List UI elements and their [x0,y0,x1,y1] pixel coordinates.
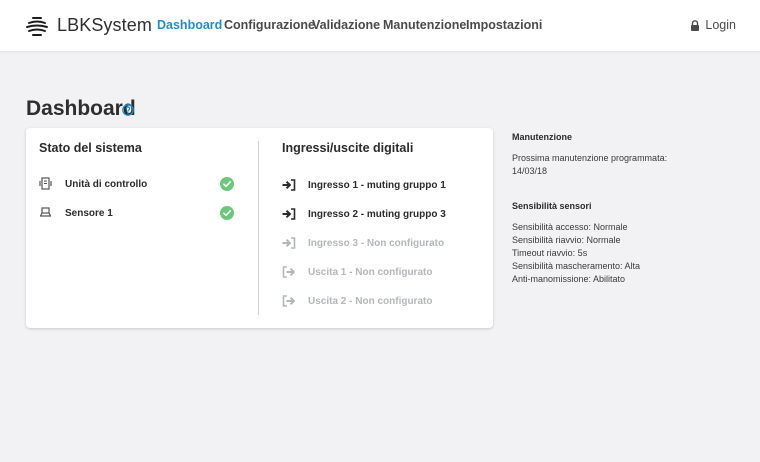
control-unit-icon [39,177,52,190]
nav-dashboard[interactable]: Dashboard [157,18,222,32]
sensor-sensitivity-info: Sensibilità accesso: Normale Sensibilità… [512,221,640,286]
nav-configurazione[interactable]: Configurazione [224,18,315,32]
device-row-control-unit: Unità di controllo [39,177,239,193]
io-label: Ingresso 3 - Non configurato [308,238,445,249]
maintenance-info: Prossima manutenzione programmata: 14/03… [512,152,667,178]
maintenance-line: Prossima manutenzione programmata: [512,153,668,163]
io-label: Ingresso 1 - muting gruppo 1 [308,180,446,191]
dashboard-status-card: Stato del sistema Unità di controllo Sen… [26,128,493,328]
output-arrow-icon [282,295,295,307]
io-row-input-3[interactable]: Ingresso 3 - Non configurato [282,237,482,253]
login-button[interactable]: Login [690,18,736,32]
maintenance-date: 14/03/18 [512,166,548,176]
help-circle-icon[interactable] [122,104,134,116]
page-title: Dashboard [26,97,136,120]
top-navigation-bar: LBKSystem Dashboard Configurazione Valid… [0,0,760,52]
nav-impostazioni[interactable]: Impostazioni [466,18,542,32]
io-label: Uscita 1 - Non configurato [308,267,433,278]
device-label: Unità di controllo [65,179,148,190]
io-label: Uscita 2 - Non configurato [308,296,433,307]
sensitivity-line: Sensibilità mascheramento: Alta [512,261,641,271]
brand-name[interactable]: LBKSystem [57,15,152,36]
io-label: Ingresso 2 - muting gruppo 3 [308,209,446,220]
maintenance-heading: Manutenzione [512,132,572,142]
input-arrow-icon [282,237,296,249]
status-ok-icon [220,177,234,191]
login-label: Login [705,18,736,32]
device-label: Sensore 1 [65,208,113,219]
io-row-input-1[interactable]: Ingresso 1 - muting gruppo 1 [282,179,482,195]
lbk-logo-icon[interactable] [25,14,49,38]
column-divider [258,141,259,315]
system-status-heading: Stato del sistema [39,141,142,155]
lock-icon [691,19,700,31]
nav-validazione[interactable]: Validazione [312,18,380,32]
input-arrow-icon [282,179,296,191]
sensor-icon [39,207,52,217]
sensitivity-line: Anti-manomissione: Abilitato [512,274,626,284]
io-row-output-1[interactable]: Uscita 1 - Non configurato [282,266,482,282]
io-row-output-2[interactable]: Uscita 2 - Non configurato [282,295,482,311]
io-row-input-2[interactable]: Ingresso 2 - muting gruppo 3 [282,208,482,224]
device-row-sensor-1: Sensore 1 [39,206,239,222]
digital-io-heading: Ingressi/uscite digitali [282,141,414,155]
sensitivity-line: Timeout riavvio: 5s [512,248,588,258]
input-arrow-icon [282,208,296,220]
status-ok-icon [220,206,234,220]
output-arrow-icon [282,266,295,278]
nav-manutenzione[interactable]: Manutenzione [383,18,466,32]
sensitivity-line: Sensibilità accesso: Normale [512,222,628,232]
sensitivity-line: Sensibilità riavvio: Normale [512,235,621,245]
sensor-sensitivity-heading: Sensibilità sensori [512,201,592,211]
